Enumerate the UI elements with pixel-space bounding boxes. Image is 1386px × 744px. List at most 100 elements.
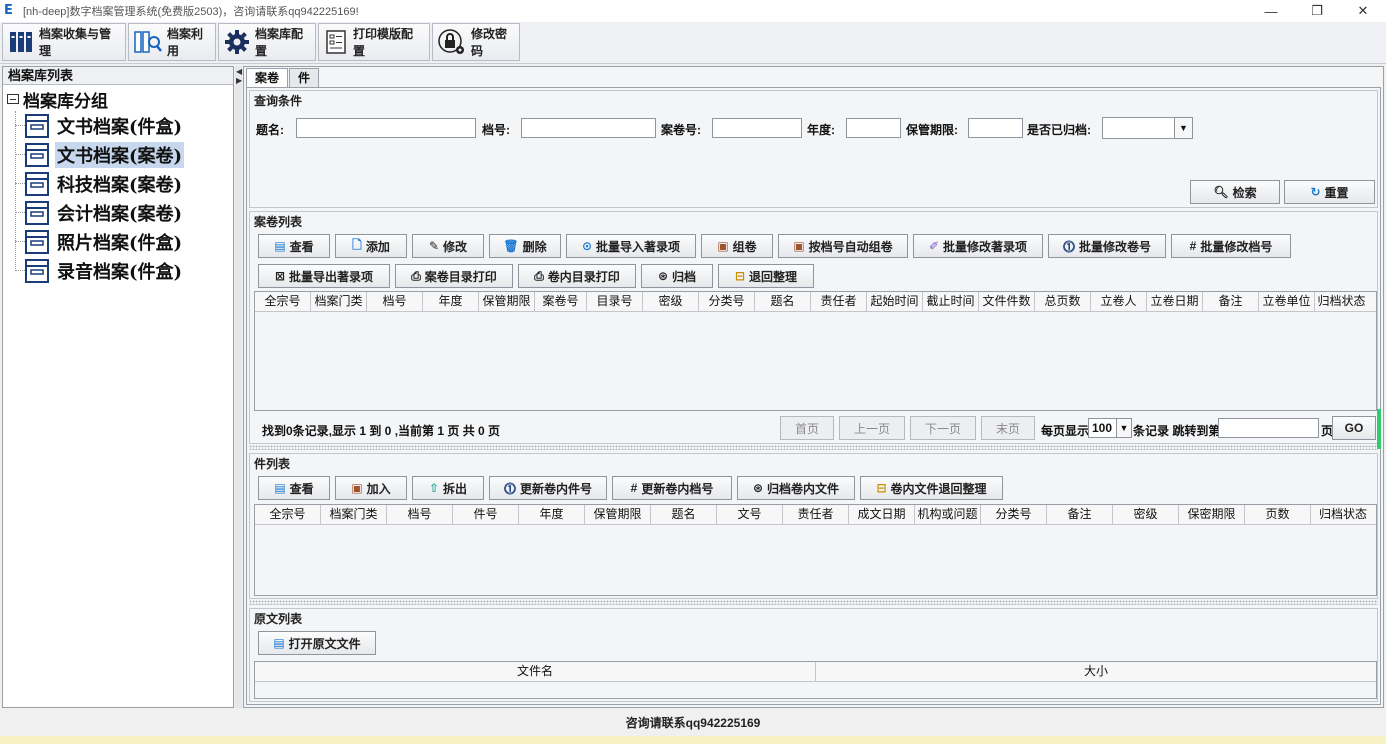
volume-edit-button[interactable]: ✎ 修改 [412,234,484,258]
toolbar-library-config-button[interactable]: 档案库配置 [218,23,316,61]
column-header[interactable]: 件号 [453,505,519,524]
column-header[interactable]: 立卷人 [1091,292,1147,311]
tab-item[interactable]: 件 [289,68,320,87]
tree-item-keji-volume[interactable]: 科技档案(案卷) [3,169,233,198]
retention-input[interactable] [968,118,1023,138]
column-header[interactable]: 年度 [519,505,585,524]
column-header[interactable]: 归档状态 [1311,505,1375,524]
column-header[interactable]: 档号 [367,292,423,311]
column-header[interactable]: 目录号 [587,292,643,311]
toolbar-archive-use-button[interactable]: 档案利用 [128,23,216,61]
search-button[interactable]: 🔍︎ 检索 [1190,180,1280,204]
volume-delete-button[interactable]: 🗑︎ 删除 [489,234,561,258]
toolbar-archive-collect-button[interactable]: 档案收集与管理 [2,23,126,61]
column-header[interactable]: 保管期限 [479,292,535,311]
first-page-button[interactable]: 首页 [780,416,834,440]
volume-catalog-print-button[interactable]: ⎙ 案卷目录打印 [395,264,513,288]
column-header[interactable]: 保管期限 [585,505,651,524]
column-header[interactable]: 题名 [755,292,811,311]
collapse-icon[interactable] [7,94,19,104]
column-header[interactable]: 文号 [717,505,783,524]
column-header[interactable]: 案卷号 [535,292,587,311]
inner-files-return-button[interactable]: ⊟ 卷内文件退回整理 [860,476,1003,500]
column-header[interactable]: 备注 [1047,505,1113,524]
reset-button[interactable]: ↻ 重置 [1284,180,1375,204]
batch-edit-volume-no-button[interactable]: ⓵ 批量修改卷号 [1048,234,1166,258]
group-volume-button[interactable]: ▣ 组卷 [701,234,773,258]
batch-edit-file-no-button[interactable]: # 批量修改档号 [1171,234,1291,258]
update-inner-file-no-button[interactable]: # 更新卷内档号 [612,476,732,500]
chevron-down-icon[interactable]: ▼ [1116,419,1131,437]
tab-volume[interactable]: 案卷 [246,68,289,87]
splitter-handle[interactable] [249,445,1378,450]
jump-page-input[interactable] [1218,418,1319,438]
batch-import-button[interactable]: ⊙ 批量导入著录项 [566,234,696,258]
volume-add-button[interactable]: 🗋︎ 添加 [335,234,407,258]
tree-item-wenshu-box[interactable]: 文书档案(件盒) [3,111,233,140]
column-header[interactable]: 归档状态 [1315,292,1368,311]
maximize-button[interactable]: ❐ [1294,0,1340,22]
last-page-button[interactable]: 末页 [981,416,1035,440]
prev-page-button[interactable]: 上一页 [839,416,905,440]
open-original-file-button[interactable]: ▤ 打开原文文件 [258,631,376,655]
column-header[interactable]: 密级 [1113,505,1179,524]
per-page-select[interactable]: 100 ▼ [1088,418,1132,438]
toolbar-change-password-button[interactable]: 修改密码 [432,23,520,61]
inner-catalog-print-button[interactable]: ⎙ 卷内目录打印 [518,264,636,288]
column-header[interactable]: 备注 [1203,292,1259,311]
archive-inner-files-button[interactable]: ⊛ 归档卷内文件 [737,476,855,500]
column-header[interactable]: 档号 [387,505,453,524]
column-header[interactable]: 立卷日期 [1147,292,1203,311]
title-input[interactable] [296,118,476,138]
expand-right-icon[interactable]: ▶ [236,76,242,85]
tree-item-kuaiji-volume[interactable]: 会计档案(案卷) [3,198,233,227]
close-button[interactable]: ✕ [1340,0,1386,22]
volume-view-button[interactable]: ▤ 查看 [258,234,330,258]
update-inner-item-no-button[interactable]: ⓵ 更新卷内件号 [489,476,607,500]
tree-item-wenshu-volume[interactable]: 文书档案(案卷) [3,140,233,169]
splitter-handle[interactable] [249,600,1378,605]
column-header[interactable]: 档案门类 [321,505,387,524]
column-header[interactable]: 机构或问题 [915,505,981,524]
panel-splitter[interactable]: ◀ ▶ [235,66,242,708]
column-header[interactable]: 分类号 [981,505,1047,524]
column-header[interactable]: 全宗号 [255,292,311,311]
collapse-left-icon[interactable]: ◀ [236,67,242,76]
column-header[interactable]: 文件件数 [979,292,1035,311]
column-header[interactable]: 立卷单位 [1259,292,1315,311]
column-header[interactable]: 责任者 [811,292,867,311]
tree-item-photo-box[interactable]: 照片档案(件盒) [3,227,233,256]
batch-edit-entries-button[interactable]: ✐ 批量修改著录项 [913,234,1043,258]
archive-button[interactable]: ⊛ 归档 [641,264,713,288]
file-no-input[interactable] [521,118,656,138]
return-sort-button[interactable]: ⊟ 退回整理 [718,264,814,288]
column-header[interactable]: 页数 [1245,505,1311,524]
item-split-button[interactable]: ⇧ 拆出 [412,476,484,500]
chevron-down-icon[interactable]: ▼ [1174,118,1192,138]
item-grid[interactable]: 全宗号 档案门类 档号 件号 年度 保管期限 题名 文号 责任者 成文日期 机构或问题 分类号 备注 密级… [254,504,1377,596]
item-join-button[interactable]: ▣ 加入 [335,476,407,500]
column-header[interactable]: 总页数 [1035,292,1091,311]
archived-select[interactable]: ▼ [1102,117,1193,139]
toolbar-print-template-button[interactable]: 打印模版配置 [318,23,430,61]
item-view-button[interactable]: ▤ 查看 [258,476,330,500]
column-header[interactable]: 起始时间 [867,292,923,311]
column-header[interactable]: 密级 [643,292,699,311]
volume-no-input[interactable] [712,118,802,138]
column-header[interactable]: 档案门类 [311,292,367,311]
volume-grid[interactable]: 全宗号 档案门类 档号 年度 保管期限 案卷号 目录号 密级 分类号 题名 责任者 起始时间 截止时间文… [254,291,1377,411]
next-page-button[interactable]: 下一页 [910,416,976,440]
column-header[interactable]: 全宗号 [255,505,321,524]
column-header[interactable]: 责任者 [783,505,849,524]
column-header[interactable]: 分类号 [699,292,755,311]
column-header[interactable]: 保密期限 [1179,505,1245,524]
auto-group-button[interactable]: ▣ 按档号自动组卷 [778,234,908,258]
original-file-grid[interactable]: 文件名 大小 [254,661,1377,699]
column-header[interactable]: 年度 [423,292,479,311]
scroll-indicator[interactable] [1377,409,1381,449]
go-button[interactable]: GO [1332,416,1376,440]
column-header[interactable]: 成文日期 [849,505,915,524]
minimize-button[interactable]: — [1248,0,1294,22]
tree-item-audio-box[interactable]: 录音档案(件盒) [3,256,233,285]
year-input[interactable] [846,118,901,138]
